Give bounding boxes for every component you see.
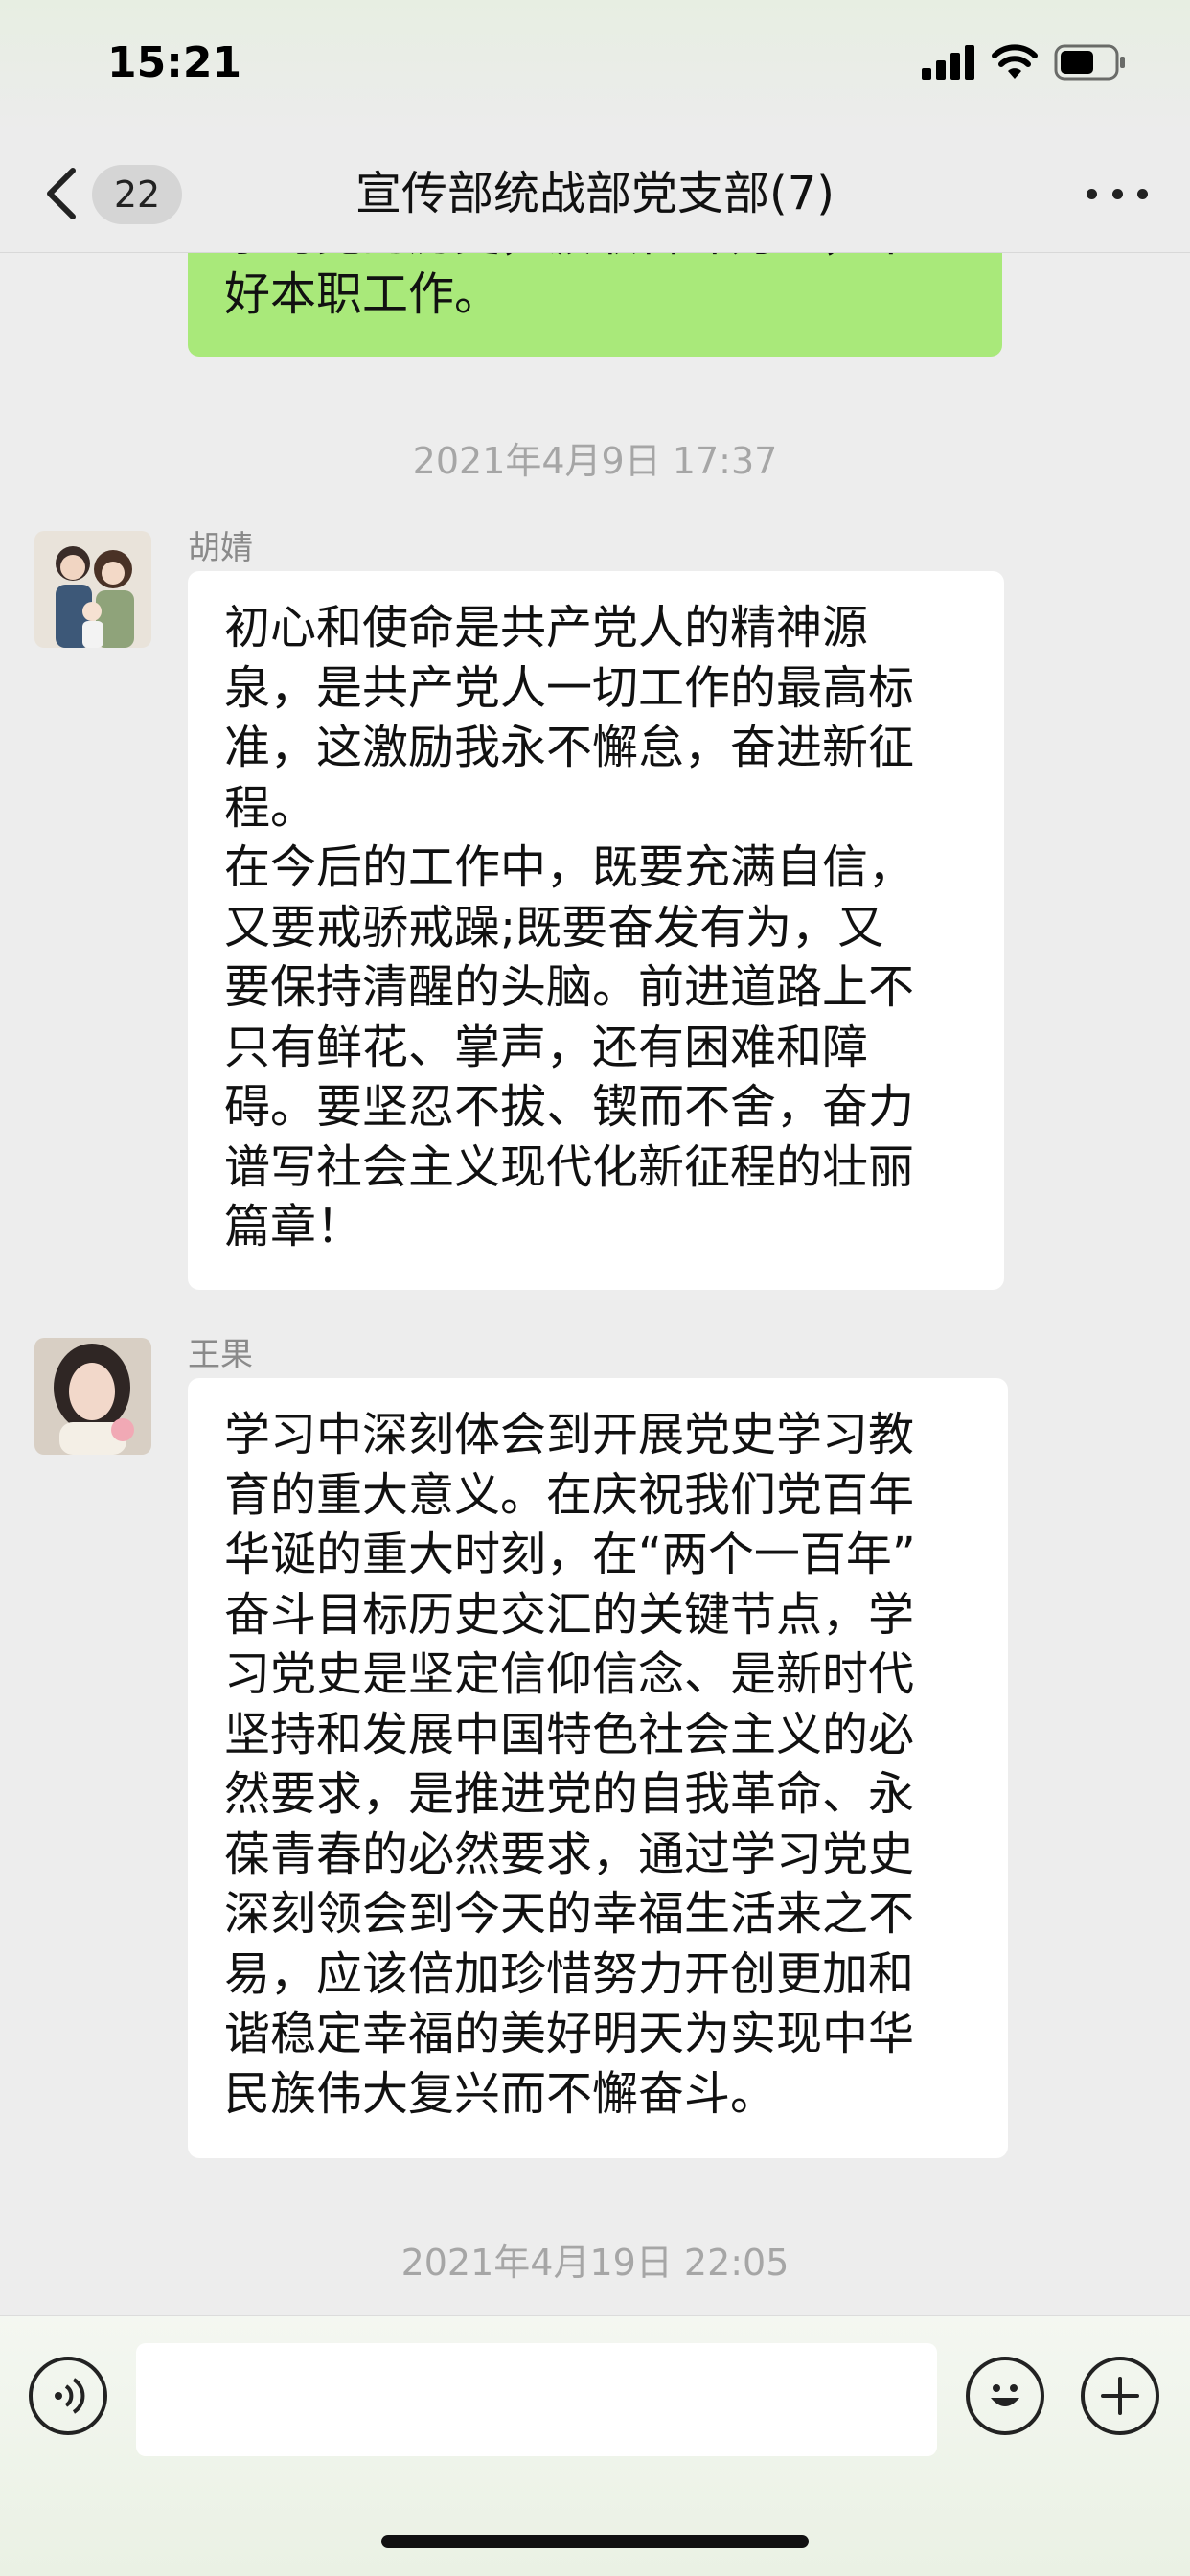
sender-name: 胡婧 xyxy=(188,529,253,567)
plus-icon xyxy=(1101,2377,1139,2415)
plus-button[interactable] xyxy=(1081,2357,1159,2435)
emoji-icon xyxy=(991,2384,1019,2406)
voice-button[interactable] xyxy=(29,2357,107,2435)
signal-icon xyxy=(922,45,974,80)
more-icon xyxy=(1087,188,1097,199)
timestamp: 2021年4月19日 22:05 xyxy=(400,2242,790,2284)
outgoing-message[interactable]: 学习党的历史，汲取奋斗力量，干 好本职工作。 xyxy=(188,253,1002,356)
emoji-button[interactable] xyxy=(966,2357,1044,2435)
wifi-icon xyxy=(992,44,1038,79)
home-indicator xyxy=(381,2535,809,2548)
status-bar: 15:21 xyxy=(0,0,1190,134)
voice-icon xyxy=(55,2378,85,2414)
sender-name: 王果 xyxy=(188,1336,253,1374)
incoming-message[interactable]: 初心和使命是共产党人的精神源 泉，是共产党人一切工作的最高标 准，这激励我永不懈… xyxy=(188,571,1004,1290)
chat-area[interactable]: 学习党的历史，汲取奋斗力量，干 好本职工作。 2021年4月9日 17:37 胡… xyxy=(0,253,1190,2315)
timestamp: 2021年4月9日 17:37 xyxy=(412,440,778,482)
avatar[interactable] xyxy=(34,1338,151,1455)
status-time: 15:21 xyxy=(107,38,242,87)
battery-icon xyxy=(1054,44,1125,80)
chat-title: 宣传部统战部党支部(7) xyxy=(355,167,835,220)
avatar[interactable] xyxy=(34,531,151,648)
nav-bar: 22 宣传部统战部党支部(7) xyxy=(0,134,1190,253)
message-input[interactable] xyxy=(136,2343,937,2456)
more-button[interactable] xyxy=(1087,172,1148,215)
incoming-message[interactable]: 学习中深刻体会到开展党史学习教 育的重大意义。在庆祝我们党百年 华诞的重大时刻，… xyxy=(188,1378,1008,2158)
status-icons xyxy=(922,44,1127,80)
